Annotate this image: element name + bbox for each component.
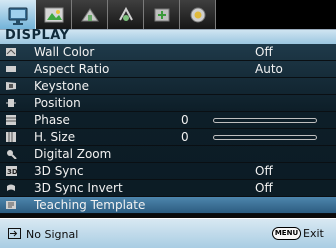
- menu-item-digital-zoom[interactable]: Digital Zoom: [0, 146, 336, 163]
- exit-label: Exit: [303, 227, 324, 240]
- tab-display[interactable]: [0, 0, 36, 30]
- tab-picture[interactable]: [36, 0, 72, 30]
- keystone-icon: [6, 82, 16, 90]
- menu-item-label: Digital Zoom: [34, 147, 112, 161]
- 3d-sync-icon: 3D: [6, 166, 17, 176]
- tab-information[interactable]: [180, 0, 216, 30]
- projector-osd-menu: DISPLAY Wall Color Off Aspect Ratio Auto…: [0, 0, 336, 248]
- menu-item-value: Auto: [255, 62, 283, 76]
- page-title: DISPLAY: [5, 28, 70, 43]
- tab-system-settings[interactable]: [144, 0, 180, 30]
- menu-item-value: Off: [255, 164, 273, 178]
- menu-item-value: Off: [255, 181, 273, 195]
- menu-item-label: 3D Sync: [34, 164, 84, 178]
- svg-text:3D: 3D: [7, 168, 17, 176]
- menu-item-wall-color[interactable]: Wall Color Off: [0, 44, 336, 61]
- tab-basic-settings[interactable]: [72, 0, 108, 30]
- 3d-sync-invert-icon: [7, 184, 15, 191]
- menu-item-value: Off: [255, 45, 273, 59]
- h-size-slider[interactable]: [213, 135, 317, 140]
- menu-item-number: 0: [181, 113, 189, 127]
- menu-item-label: Aspect Ratio: [34, 62, 110, 76]
- menu-item-teaching-template[interactable]: Teaching Template: [0, 197, 336, 214]
- display-settings-icon: [8, 7, 27, 25]
- menu-item-phase[interactable]: Phase 0: [0, 112, 336, 129]
- status-bar: No Signal MENU Exit: [0, 218, 336, 248]
- menu-tab-bar: [0, 0, 336, 31]
- settings-list: Wall Color Off Aspect Ratio Auto Keyston…: [0, 44, 336, 214]
- source-status-label: No Signal: [26, 228, 79, 241]
- menu-item-3d-sync-invert[interactable]: 3D Sync Invert Off: [0, 180, 336, 197]
- menu-item-h-size[interactable]: H. Size 0: [0, 129, 336, 146]
- advanced-settings-icon: [118, 6, 133, 21]
- menu-item-label: H. Size: [34, 130, 76, 144]
- menu-item-label: Phase: [34, 113, 70, 127]
- information-icon: [190, 7, 205, 23]
- menu-item-3d-sync[interactable]: 3D 3D Sync Off: [0, 163, 336, 180]
- aspect-ratio-icon: [6, 66, 16, 72]
- phase-icon: [6, 115, 16, 125]
- menu-item-label: 3D Sync Invert: [34, 181, 123, 195]
- position-icon: [6, 99, 16, 107]
- system-settings-icon: [154, 8, 169, 22]
- wall-color-icon: [6, 48, 16, 56]
- menu-item-position[interactable]: Position: [0, 95, 336, 112]
- phase-slider[interactable]: [213, 118, 317, 123]
- menu-item-label: Keystone: [34, 79, 90, 93]
- basic-settings-icon: [80, 8, 99, 22]
- picture-icon: [44, 7, 63, 23]
- menu-item-aspect-ratio[interactable]: Aspect Ratio Auto: [0, 61, 336, 78]
- teaching-template-icon: [6, 201, 16, 209]
- menu-item-label: Teaching Template: [34, 198, 146, 212]
- menu-item-number: 0: [181, 130, 189, 144]
- menu-button[interactable]: MENU: [272, 227, 301, 240]
- menu-item-keystone[interactable]: Keystone: [0, 78, 336, 95]
- digital-zoom-icon: [7, 150, 17, 159]
- h-size-icon: [6, 132, 16, 142]
- menu-title-bar: DISPLAY: [0, 28, 336, 44]
- tab-advanced-settings[interactable]: [108, 0, 144, 30]
- menu-item-label: Position: [34, 96, 81, 110]
- menu-item-label: Wall Color: [34, 45, 95, 59]
- input-source-icon: [8, 228, 21, 239]
